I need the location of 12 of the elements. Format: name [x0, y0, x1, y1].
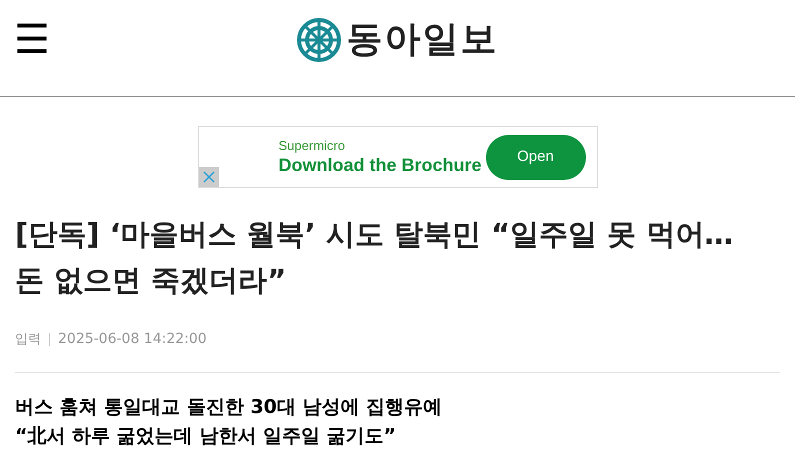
meta-label: 입력 [15, 330, 41, 349]
subheading: “北서 하루 굶었는데 남한서 일주일 굶기도” [15, 424, 398, 449]
ad-headline[interactable]: Download the Brochure [278, 154, 482, 176]
open-button[interactable]: Open [486, 134, 586, 180]
close-icon[interactable] [198, 167, 218, 187]
ad-brand: Supermicro [278, 138, 346, 154]
globe-logo-icon [296, 18, 340, 62]
subheading: 버스 훔쳐 통일대교 돌진한 30대 남성에 집행유예 [15, 395, 444, 420]
publish-date: 2025-06-08 14:22:00 [58, 330, 207, 349]
logo-text[interactable]: 동아일보 [346, 13, 498, 67]
menu-icon[interactable]: ☰ [14, 18, 50, 62]
article-title: [단독] ‘마을버스 월북’ 시도 탈북민 “일주일 못 먹어…돈 없으면 죽겠더라” [15, 216, 734, 299]
